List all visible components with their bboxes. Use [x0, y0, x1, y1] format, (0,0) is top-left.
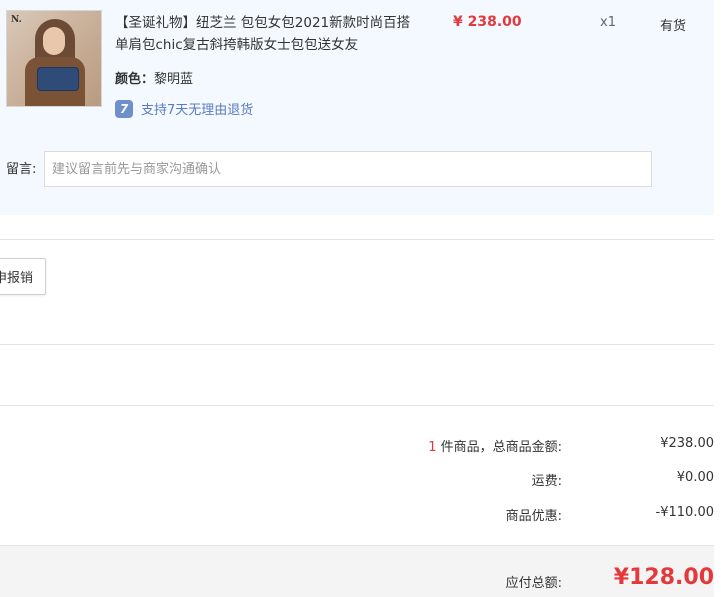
shipping-value: ¥0.00 — [676, 470, 714, 485]
shipping-row: 运费: ¥0.00 — [0, 470, 714, 490]
product-title[interactable]: 【圣诞礼物】纽芝兰 包包女包2021新款时尚百搭单肩包chic复古斜挎韩版女士包… — [115, 12, 415, 56]
remark-input[interactable] — [44, 151, 652, 187]
section-divider — [0, 239, 714, 240]
payable-value: ¥128.00 — [613, 565, 714, 590]
goods-total-value: ¥238.00 — [660, 436, 714, 451]
color-value: 黎明蓝 — [154, 72, 194, 87]
product-thumbnail[interactable]: N. — [6, 10, 102, 107]
section-divider — [0, 405, 714, 406]
payable-total-block: 应付总额: ¥128.00 — [0, 545, 714, 597]
return-policy[interactable]: 7 支持7天无理由退货 — [115, 99, 253, 118]
stock-status: 有货 — [660, 19, 687, 34]
product-color: 颜色：黎明蓝 — [115, 68, 193, 87]
payable-label: 应付总额: — [505, 576, 562, 591]
goods-total-row: 1 件商品，总商品金额: ¥238.00 — [0, 436, 714, 456]
invoice-button[interactable]: 申报销 — [0, 258, 46, 295]
remark-label: 留言: — [6, 162, 37, 177]
discount-row: 商品优惠: -¥110.00 — [0, 505, 714, 525]
thumbnail-model-face — [43, 27, 65, 55]
color-label: 颜色： — [115, 72, 155, 87]
seven-day-return-icon: 7 — [115, 99, 133, 118]
discount-value: -¥110.00 — [655, 505, 714, 520]
thumbnail-bag — [37, 67, 79, 91]
product-price: ¥ 238.00 — [453, 14, 522, 30]
goods-label-text: 件商品，总商品金额: — [436, 440, 562, 455]
return-policy-text: 支持7天无理由退货 — [141, 103, 254, 118]
product-quantity: x1 — [600, 15, 616, 30]
discount-label: 商品优惠: — [505, 509, 562, 524]
order-item-block: N. 【圣诞礼物】纽芝兰 包包女包2021新款时尚百搭单肩包chic复古斜挎韩版… — [0, 0, 714, 215]
brand-logo: N. — [11, 15, 22, 25]
goods-total-label: 1 件商品，总商品金额: — [428, 436, 562, 455]
section-divider — [0, 344, 714, 345]
shipping-label: 运费: — [531, 474, 562, 489]
